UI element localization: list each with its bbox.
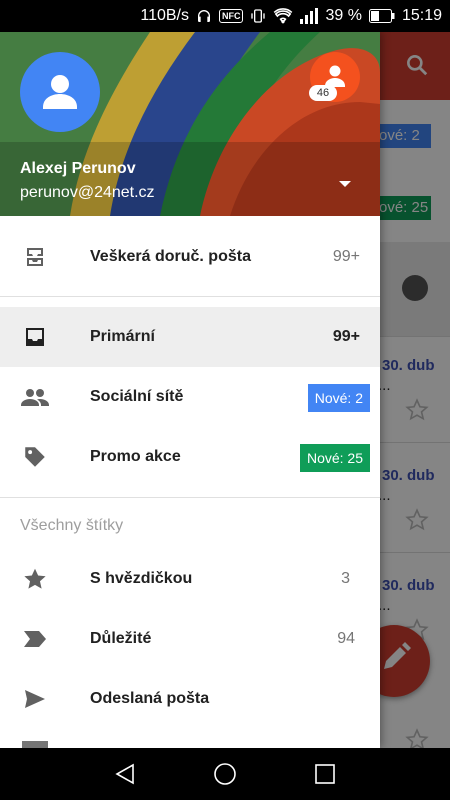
- menu-item-label: Odeslaná pošta: [90, 690, 210, 707]
- wifi-icon: [273, 8, 293, 24]
- menu-item-primary[interactable]: Primární 99+: [0, 307, 380, 367]
- people-icon: [20, 383, 50, 411]
- menu-item-label: Sociální sítě: [90, 388, 184, 405]
- back-icon[interactable]: [113, 762, 137, 786]
- unread-count: 99+: [332, 328, 360, 345]
- menu-item-label: Veškerá doruč. pošta: [90, 248, 251, 265]
- system-nav-bar: [0, 748, 450, 800]
- menu-item-promotions[interactable]: Promo akce Nové: 25: [0, 427, 380, 487]
- labels-section-header: Všechny štítky: [20, 517, 124, 534]
- menu-item-all-inbox[interactable]: Veškerá doruč. pošta 99+: [0, 227, 380, 287]
- star-icon: [20, 565, 50, 593]
- menu-item-social[interactable]: Sociální sítě Nové: 2: [0, 367, 380, 427]
- menu-item-sent[interactable]: Odeslaná pošta: [0, 669, 380, 729]
- item-count: 94: [337, 630, 355, 647]
- battery-percent: 39 %: [325, 7, 362, 24]
- person-icon: [43, 75, 77, 109]
- clock: 15:19: [401, 7, 442, 24]
- nfc-icon: NFC: [218, 9, 244, 23]
- divider: [0, 497, 380, 498]
- home-icon[interactable]: [213, 762, 237, 786]
- item-count: 3: [341, 570, 350, 587]
- navigation-drawer: 46 Alexej Perunov perunov@24net.cz Veške…: [0, 32, 380, 748]
- menu-item-label: S hvězdičkou: [90, 570, 193, 587]
- unread-count-badge: 46: [309, 85, 337, 101]
- important-icon: [20, 625, 50, 653]
- inbox-icon: [20, 323, 50, 351]
- avatar[interactable]: [20, 52, 100, 132]
- vibrate-icon: [250, 8, 266, 24]
- dropdown-arrow-icon[interactable]: [338, 176, 352, 194]
- network-speed: 110B/s: [140, 7, 189, 24]
- menu-item-label: Promo akce: [90, 448, 181, 465]
- new-count-badge: Nové: 25: [299, 444, 370, 472]
- next-item-icon: [22, 741, 48, 748]
- signal-icon: [300, 8, 319, 24]
- all-inboxes-icon: [20, 243, 50, 271]
- account-email: perunov@24net.cz: [20, 184, 155, 201]
- account-header: 46 Alexej Perunov perunov@24net.cz: [0, 32, 380, 216]
- menu-item-label: Primární: [90, 328, 155, 345]
- headphones-icon: [196, 8, 212, 24]
- menu-item-important[interactable]: Důležité 94: [0, 609, 380, 669]
- new-count-badge: Nové: 2: [307, 384, 370, 412]
- menu-item-label: Důležité: [90, 630, 152, 647]
- battery-icon: [368, 9, 395, 23]
- status-bar: 110B/s NFC 39 % 15:19: [0, 0, 450, 32]
- account-name: Alexej Perunov: [20, 160, 136, 177]
- recents-icon[interactable]: [313, 762, 337, 786]
- tag-icon: [20, 443, 50, 471]
- menu-item-starred[interactable]: S hvězdičkou 3: [0, 549, 380, 609]
- send-icon: [20, 685, 50, 713]
- unread-count: 99+: [332, 248, 360, 265]
- divider: [0, 296, 380, 297]
